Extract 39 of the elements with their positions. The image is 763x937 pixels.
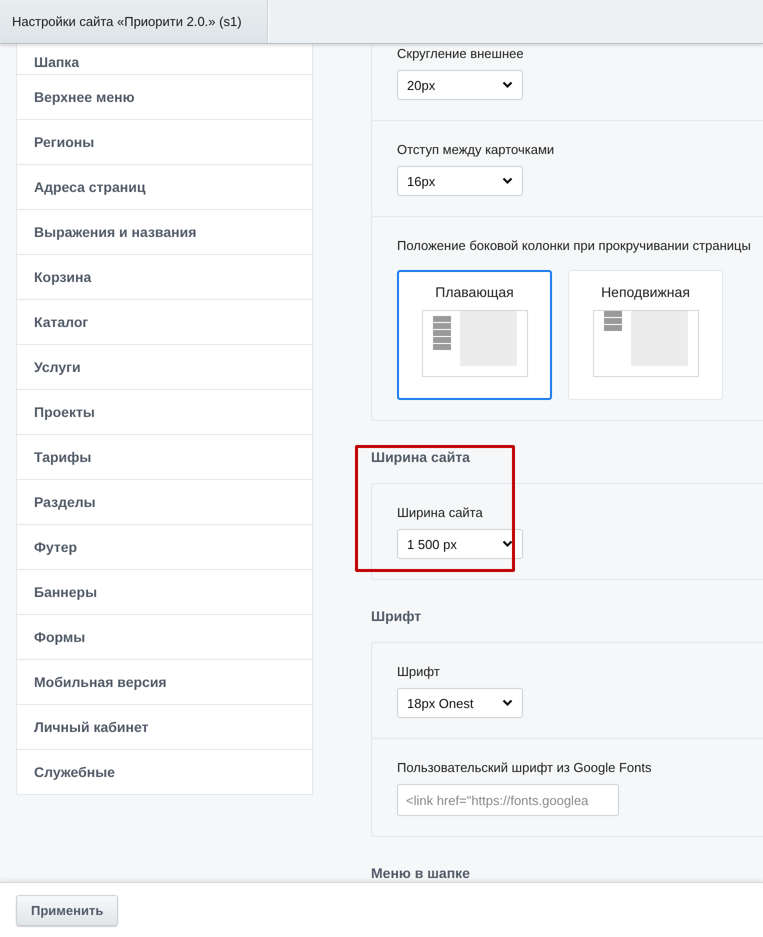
sidebar-item[interactable]: Мобильная версия xyxy=(17,659,312,704)
section-heading: Шрифт xyxy=(371,608,422,624)
sidebar-item[interactable]: Регионы xyxy=(17,119,312,164)
sidebar-item[interactable]: Формы xyxy=(17,614,312,659)
select-field[interactable]: 16px xyxy=(397,166,523,196)
caret-icon xyxy=(502,699,513,707)
caret-icon xyxy=(502,177,513,185)
field-label: Шрифт xyxy=(397,664,440,680)
layout-option[interactable]: Плавающая xyxy=(397,270,552,400)
sidebar-item[interactable]: Проекты xyxy=(17,389,312,434)
window-title-tab[interactable]: Настройки сайта «Приорити 2.0.» (s1) xyxy=(0,0,268,43)
sidebar-item[interactable]: Выражения и названия xyxy=(17,209,312,254)
section-heading: Меню в шапке xyxy=(371,865,470,881)
sidebar-item[interactable]: Служебные xyxy=(17,749,312,794)
sidebar-item[interactable]: Корзина xyxy=(17,254,312,299)
select-field[interactable]: 1 500 px xyxy=(397,529,523,559)
sidebar-item[interactable]: Тарифы xyxy=(17,434,312,479)
field-label: Скругление внешнее xyxy=(397,46,524,62)
field-label: Ширина сайта xyxy=(397,505,483,521)
sidebar-item[interactable]: Каталог xyxy=(17,299,312,344)
sidebar-item[interactable]: Футер xyxy=(17,524,312,569)
sidebar-item[interactable]: Услуги xyxy=(17,344,312,389)
field-label: Отступ между карточками xyxy=(397,142,554,158)
sidebar-item[interactable]: Баннеры xyxy=(17,569,312,614)
sidebar-item[interactable]: Личный кабинет xyxy=(17,704,312,749)
sidebar-item[interactable]: Шапка xyxy=(17,44,312,74)
field-label: Пользовательский шрифт из Google Fonts xyxy=(397,760,652,776)
caret-icon xyxy=(502,81,513,89)
layout-option[interactable]: Неподвижная xyxy=(568,270,723,400)
apply-button[interactable]: Применить xyxy=(16,894,118,926)
caret-icon xyxy=(502,540,513,548)
select-field[interactable]: 20px xyxy=(397,70,523,100)
input-field[interactable]: <link href="https://fonts.googlea xyxy=(397,784,619,816)
section-heading: Ширина сайта xyxy=(371,449,470,465)
sidebar-item[interactable]: Адреса страниц xyxy=(17,164,312,209)
select-field[interactable]: 18px Onest xyxy=(397,688,523,718)
sidebar-item[interactable]: Разделы xyxy=(17,479,312,524)
sidebar-item[interactable]: Верхнее меню xyxy=(17,74,312,119)
field-label: Положение боковой колонки при прокручивании страницы xyxy=(397,238,751,254)
